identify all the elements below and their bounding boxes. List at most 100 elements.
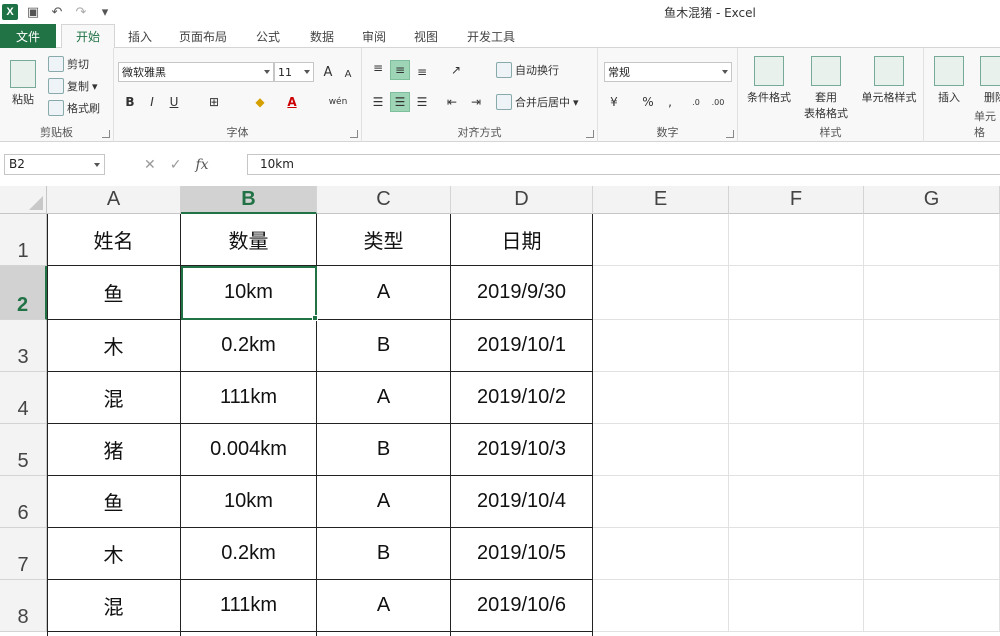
tab-review[interactable]: 审阅 — [350, 24, 398, 48]
cell-c1[interactable]: 类型 — [317, 214, 451, 266]
cell-e7[interactable] — [593, 528, 729, 580]
format-as-table-button[interactable]: 套用 表格格式 — [796, 52, 856, 124]
cell-a1[interactable]: 姓名 — [47, 214, 181, 266]
align-top-icon[interactable]: ≡ — [368, 58, 388, 78]
cell-a8[interactable]: 混 — [47, 580, 181, 632]
dialog-launcher-icon[interactable] — [586, 130, 594, 138]
row-header-1[interactable]: 1 — [0, 214, 47, 266]
decrease-decimal-icon[interactable]: .00 — [708, 92, 728, 112]
cell-e2[interactable] — [593, 266, 729, 320]
row-header-5[interactable]: 5 — [0, 424, 47, 476]
cell-c6[interactable]: A — [317, 476, 451, 528]
increase-indent-icon[interactable]: ⇥ — [466, 92, 486, 112]
cell-d3[interactable]: 2019/10/1 — [451, 320, 593, 372]
bold-button[interactable]: B — [120, 92, 140, 112]
font-name-dropdown[interactable]: 微软雅黑 — [118, 62, 274, 82]
cell-d4[interactable]: 2019/10/2 — [451, 372, 593, 424]
formula-input[interactable]: 10km — [247, 154, 1000, 175]
name-box[interactable]: B2 — [4, 154, 105, 175]
currency-icon[interactable]: ¥ — [604, 92, 624, 112]
number-format-dropdown[interactable]: 常规 — [604, 62, 732, 82]
cell-c5[interactable]: B — [317, 424, 451, 476]
wrap-text-button[interactable]: 自动换行 — [496, 62, 559, 78]
cell-f2[interactable] — [729, 266, 864, 320]
row-header-3[interactable]: 3 — [0, 320, 47, 372]
cell-a4[interactable]: 混 — [47, 372, 181, 424]
column-header-g[interactable]: G — [864, 186, 1000, 214]
column-header-d[interactable]: D — [451, 186, 593, 214]
cell-f6[interactable] — [729, 476, 864, 528]
align-bottom-icon[interactable]: ≡ — [412, 62, 432, 82]
cell-f7[interactable] — [729, 528, 864, 580]
cell-c8[interactable]: A — [317, 580, 451, 632]
column-header-a[interactable]: A — [47, 186, 181, 214]
cell-b3[interactable]: 0.2km — [181, 320, 317, 372]
cell-f3[interactable] — [729, 320, 864, 372]
grow-font-button[interactable]: A — [318, 62, 338, 82]
cell-f5[interactable] — [729, 424, 864, 476]
cell-b7[interactable]: 0.2km — [181, 528, 317, 580]
dialog-launcher-icon[interactable] — [102, 130, 110, 138]
cell-b6[interactable]: 10km — [181, 476, 317, 528]
cell-b1[interactable]: 数量 — [181, 214, 317, 266]
cell-a7[interactable]: 木 — [47, 528, 181, 580]
orientation-icon[interactable]: ↗ — [446, 60, 466, 80]
cell-e4[interactable] — [593, 372, 729, 424]
font-color-icon[interactable]: A — [282, 92, 302, 112]
decrease-indent-icon[interactable]: ⇤ — [442, 92, 462, 112]
cell-d6[interactable]: 2019/10/4 — [451, 476, 593, 528]
tab-page-layout[interactable]: 页面布局 — [168, 24, 238, 48]
shrink-font-button[interactable]: A — [338, 64, 358, 84]
row-header-4[interactable]: 4 — [0, 372, 47, 424]
cancel-icon[interactable]: ✕ — [144, 157, 156, 173]
row-header-7[interactable]: 7 — [0, 528, 47, 580]
cell-d2[interactable]: 2019/9/30 — [451, 266, 593, 320]
phonetic-button[interactable]: wén — [324, 92, 352, 112]
italic-button[interactable]: I — [142, 92, 162, 112]
cell-b4[interactable]: 111km — [181, 372, 317, 424]
cell-g6[interactable] — [864, 476, 1000, 528]
cell-e3[interactable] — [593, 320, 729, 372]
row-header-6[interactable]: 6 — [0, 476, 47, 528]
cell-a3[interactable]: 木 — [47, 320, 181, 372]
tab-file[interactable]: 文件 — [0, 24, 56, 48]
format-painter-button[interactable]: 格式刷 — [48, 100, 100, 116]
tab-developer[interactable]: 开发工具 — [456, 24, 526, 48]
cell-b2[interactable]: 10km — [181, 266, 317, 320]
enter-icon[interactable]: ✓ — [170, 157, 182, 173]
cell-f4[interactable] — [729, 372, 864, 424]
cell-g1[interactable] — [864, 214, 1000, 266]
font-size-dropdown[interactable]: 11 — [274, 62, 314, 82]
merge-center-button[interactable]: 合并后居中 ▾ — [496, 94, 579, 110]
cell-c2[interactable]: A — [317, 266, 451, 320]
cell-e1[interactable] — [593, 214, 729, 266]
cell-b8[interactable]: 111km — [181, 580, 317, 632]
borders-icon[interactable]: ⊞ — [204, 92, 224, 112]
align-right-icon[interactable]: ☰ — [412, 92, 432, 112]
cell-f1[interactable] — [729, 214, 864, 266]
align-center-icon[interactable]: ☰ — [390, 92, 410, 112]
fill-color-icon[interactable]: ◆ — [250, 92, 270, 112]
cell-a2[interactable]: 鱼 — [47, 266, 181, 320]
tab-insert[interactable]: 插入 — [118, 24, 162, 48]
tab-home[interactable]: 开始 — [61, 24, 115, 49]
cell-d8[interactable]: 2019/10/6 — [451, 580, 593, 632]
align-left-icon[interactable]: ☰ — [368, 92, 388, 112]
cell-e5[interactable] — [593, 424, 729, 476]
cell-d1[interactable]: 日期 — [451, 214, 593, 266]
tab-data[interactable]: 数据 — [298, 24, 346, 48]
increase-decimal-icon[interactable]: .0 — [686, 92, 706, 112]
row-header-2[interactable]: 2 — [0, 266, 47, 320]
dialog-launcher-icon[interactable] — [350, 130, 358, 138]
column-header-c[interactable]: C — [317, 186, 451, 214]
cell-g4[interactable] — [864, 372, 1000, 424]
cell-g3[interactable] — [864, 320, 1000, 372]
align-middle-icon[interactable]: ≡ — [390, 60, 410, 80]
underline-button[interactable]: U — [164, 92, 184, 112]
cell-b5[interactable]: 0.004km — [181, 424, 317, 476]
dialog-launcher-icon[interactable] — [726, 130, 734, 138]
cell-d5[interactable]: 2019/10/3 — [451, 424, 593, 476]
paste-button[interactable]: 粘贴 — [0, 52, 46, 124]
copy-button[interactable]: 复制 ▾ — [48, 78, 98, 94]
comma-button[interactable]: , — [660, 92, 680, 112]
